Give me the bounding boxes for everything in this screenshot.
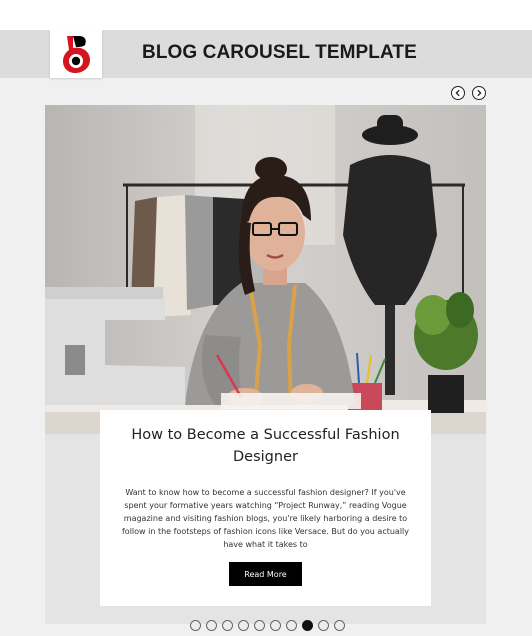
carousel-slide[interactable]: How to Become a Successful Fashion Desig… — [45, 105, 486, 624]
read-more-button[interactable]: Read More — [229, 562, 302, 586]
carousel-prev-button[interactable] — [451, 86, 465, 100]
page-title: BLOG CAROUSEL TEMPLATE — [142, 42, 417, 63]
carousel-dot-2[interactable] — [205, 620, 217, 631]
carousel-dot-10[interactable] — [333, 620, 345, 631]
carousel-dot-6[interactable] — [269, 620, 281, 631]
carousel-dot-8[interactable] — [301, 620, 313, 631]
carousel-dot-3[interactable] — [221, 620, 233, 631]
brand-logo[interactable] — [50, 30, 102, 78]
carousel-dot-9[interactable] — [317, 620, 329, 631]
slide-caption-card: How to Become a Successful Fashion Desig… — [100, 410, 431, 606]
top-strip — [0, 0, 532, 30]
carousel-next-button[interactable] — [472, 86, 486, 100]
chevron-right-icon — [477, 89, 482, 97]
chevron-left-icon — [455, 89, 460, 97]
carousel-dot-1[interactable] — [189, 620, 201, 631]
slide-image — [45, 105, 486, 434]
carousel-dot-5[interactable] — [253, 620, 265, 631]
brand-logo-icon — [63, 36, 90, 73]
carousel-dot-4[interactable] — [237, 620, 249, 631]
carousel-pagination — [0, 620, 532, 631]
carousel-dot-7[interactable] — [285, 620, 297, 631]
post-excerpt: Want to know how to become a successful … — [121, 488, 410, 549]
post-title[interactable]: How to Become a Successful Fashion Desig… — [110, 424, 421, 468]
